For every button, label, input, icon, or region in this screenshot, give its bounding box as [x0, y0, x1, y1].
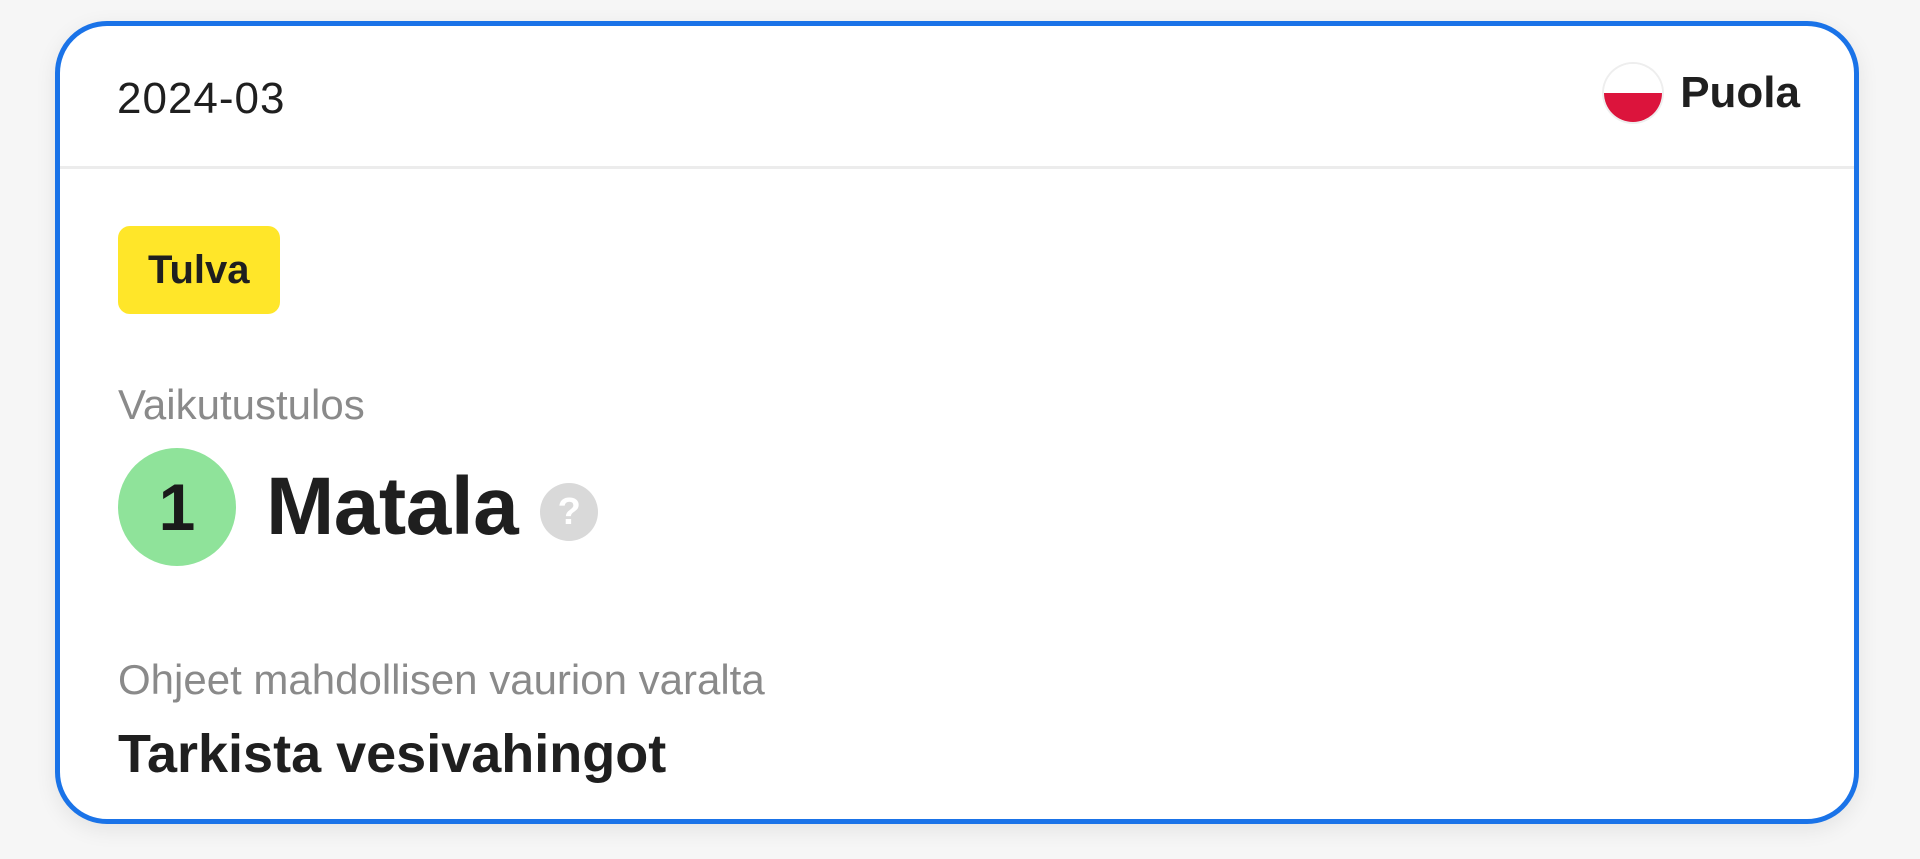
country-indicator: Puola	[1604, 64, 1800, 122]
event-date: 2024-03	[117, 74, 286, 123]
impact-score-row: 1 Matala ?	[118, 448, 599, 566]
impact-score-badge: 1	[118, 448, 236, 566]
card-header: 2024-03 Puola	[60, 26, 1854, 169]
event-type-badge: Tulva	[118, 226, 280, 314]
event-card[interactable]: 2024-03 Puola Tulva Vaikutustulos 1 Mata…	[55, 21, 1859, 824]
impact-level-text: Matala	[266, 461, 519, 552]
country-name: Puola	[1680, 68, 1800, 117]
instructions-label: Ohjeet mahdollisen vaurion varalta	[118, 656, 765, 703]
instructions-text: Tarkista vesivahingot	[118, 724, 667, 784]
impact-label: Vaikutustulos	[118, 381, 365, 428]
poland-flag-icon	[1604, 64, 1663, 122]
help-icon[interactable]: ?	[540, 483, 599, 541]
